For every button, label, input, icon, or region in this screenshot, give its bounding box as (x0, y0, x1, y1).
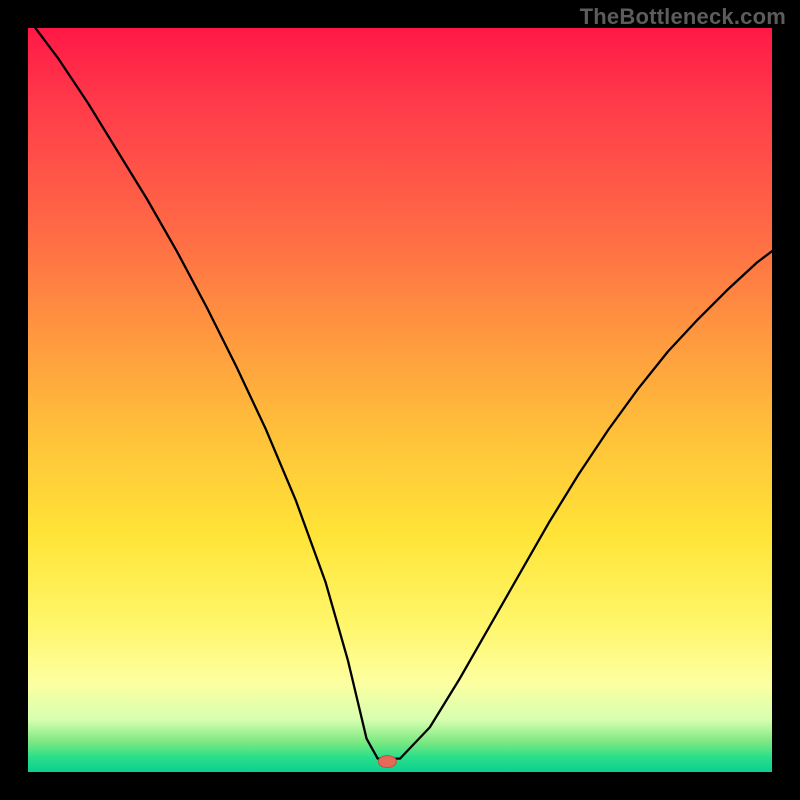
minimum-marker (378, 756, 396, 768)
curve-svg (28, 28, 772, 772)
watermark-text: TheBottleneck.com (580, 4, 786, 30)
chart-frame: TheBottleneck.com (0, 0, 800, 800)
bottleneck-curve (35, 28, 772, 759)
plot-area (28, 28, 772, 772)
